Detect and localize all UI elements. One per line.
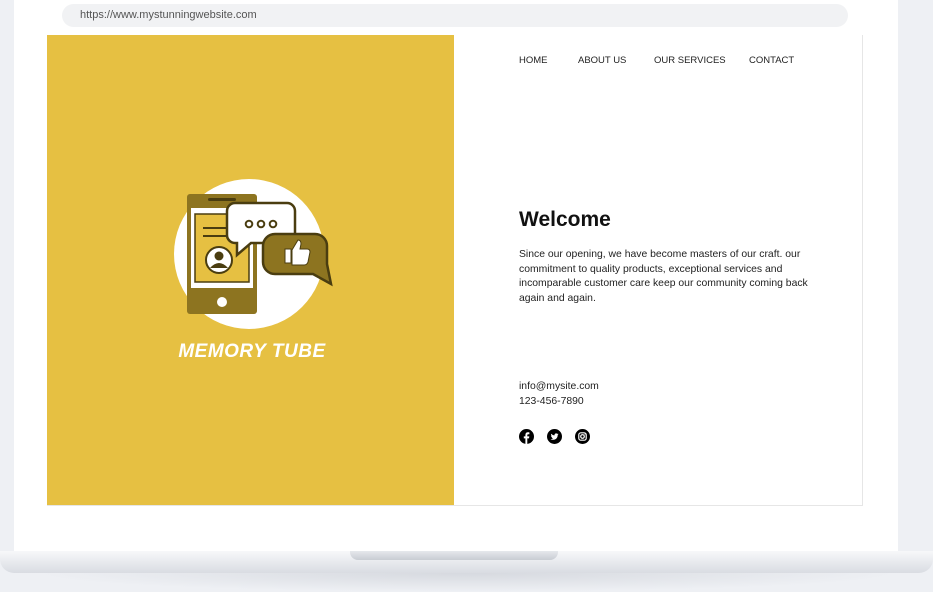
nav-home[interactable]: HOME	[519, 55, 578, 66]
address-bar[interactable]: https://www.mystunningwebsite.com	[62, 4, 848, 27]
hero-panel: MEMORY TUBE	[47, 35, 454, 505]
main-nav: HOME ABOUT US OUR SERVICES CONTACT	[519, 55, 794, 66]
welcome-title: Welcome	[519, 208, 611, 231]
nav-our-services[interactable]: OUR SERVICES	[654, 55, 749, 66]
nav-about-us[interactable]: ABOUT US	[578, 55, 654, 66]
website: MEMORY TUBE HOME ABOUT US OUR SERVICES C…	[47, 35, 863, 506]
welcome-text: Since our opening, we have become master…	[519, 249, 808, 304]
social-links	[519, 429, 590, 444]
instagram-icon[interactable]	[575, 429, 590, 444]
facebook-icon[interactable]	[519, 429, 534, 444]
twitter-icon[interactable]	[547, 429, 562, 444]
address-bar-url: https://www.mystunningwebsite.com	[80, 9, 257, 21]
brand-name: MEMORY TUBE	[178, 341, 326, 362]
laptop-shadow	[30, 573, 903, 592]
contact-phone: 123-456-7890	[519, 396, 584, 407]
nav-contact[interactable]: CONTACT	[749, 55, 794, 66]
contact-email[interactable]: info@mysite.com	[519, 381, 599, 392]
memory-tube-logo-icon	[174, 179, 333, 329]
laptop-notch	[350, 551, 558, 560]
